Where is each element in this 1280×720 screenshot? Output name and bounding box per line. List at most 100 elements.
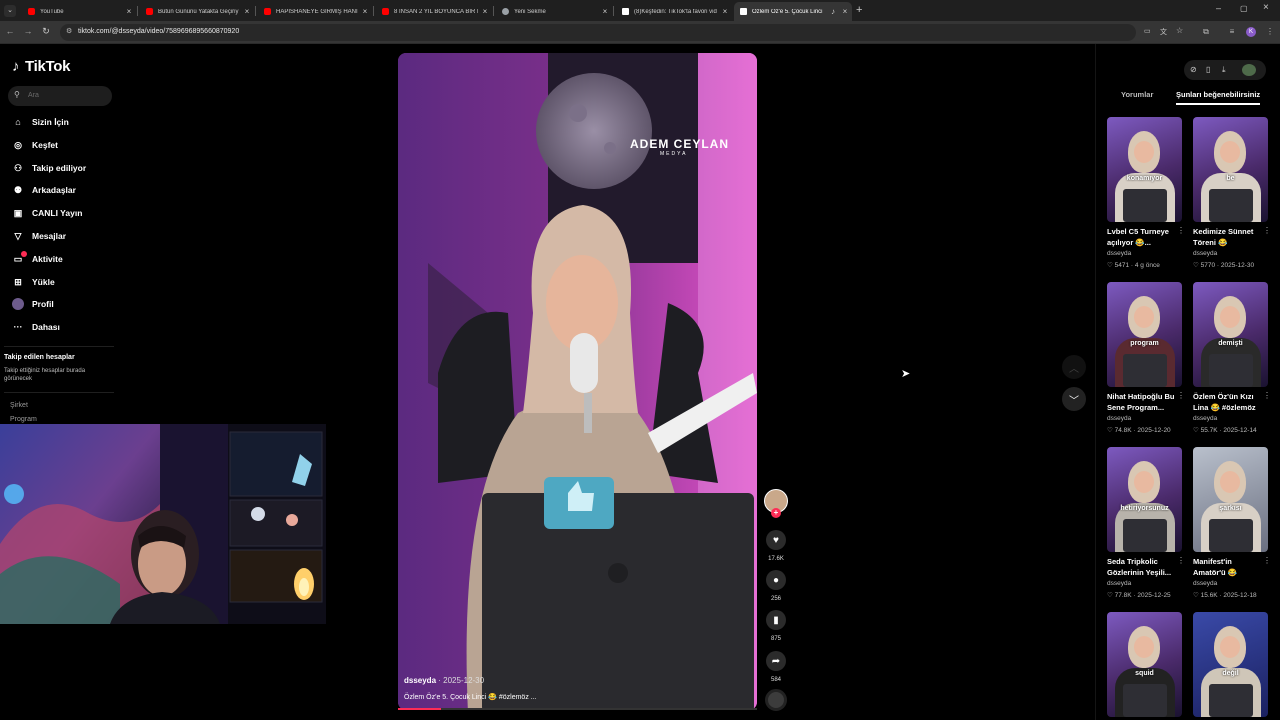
video-caption[interactable]: Özlem Öz'e 5. Çocuk Linci 😂 #özlemöz ...	[404, 693, 537, 701]
profile-avatar[interactable]: K	[1246, 27, 1256, 37]
more-options-icon[interactable]: ⋮	[1263, 226, 1271, 235]
recommended-video-card[interactable]: squid	[1107, 612, 1183, 717]
browser-tab[interactable]: 8 İNSAN 2 YIL BOYUNCA BİR K ×	[376, 2, 492, 21]
sidebar-item-activity[interactable]: ▭ Aktivite	[12, 251, 63, 267]
video-author[interactable]: dsseyda · 2025-12-30	[404, 676, 484, 685]
recommended-video-card[interactable]: demişti Özlem Öz'ün Kızı Lina 😂 #özlemöz…	[1193, 282, 1271, 434]
close-icon[interactable]: ×	[240, 7, 254, 16]
close-icon[interactable]: ×	[358, 7, 372, 16]
card-author[interactable]: dsseyda	[1193, 415, 1217, 422]
card-author[interactable]: dsseyda	[1193, 580, 1217, 587]
media-control-icon[interactable]: ≡	[1226, 27, 1238, 36]
close-icon[interactable]: ×	[598, 7, 612, 16]
browser-tab[interactable]: YouTube ×	[22, 2, 136, 21]
translate-icon[interactable]: 文	[1160, 27, 1167, 37]
save-button[interactable]: ▮	[766, 610, 786, 630]
card-title[interactable]: Kedimize Sünnet Töreni 😂	[1193, 226, 1263, 248]
sidebar-item-friends[interactable]: ⚉ Arkadaşlar	[12, 182, 76, 198]
thumbnail-caption: hetiriyorsunuz	[1120, 505, 1169, 512]
footer-link-program[interactable]: Program	[10, 416, 37, 423]
card-title[interactable]: Özlem Öz'ün Kızı Lina 😂 #özlemöz	[1193, 391, 1263, 413]
extensions-icon[interactable]: ⧉	[1200, 27, 1212, 37]
card-author[interactable]: dsseyda	[1107, 415, 1131, 422]
footer-link-company[interactable]: Şirket	[10, 402, 28, 409]
more-options-icon[interactable]: ⋮	[1177, 226, 1185, 235]
card-title[interactable]: Manifest'in Amatör'ü 😂	[1193, 556, 1263, 578]
window-close-icon[interactable]: ×	[1263, 2, 1269, 13]
more-options-icon[interactable]: ⋮	[1177, 556, 1185, 565]
recommended-video-card[interactable]: be Kedimize Sünnet Töreni 😂 ⋮ dsseyda ♡ …	[1193, 117, 1271, 269]
download-icon[interactable]: ⤓	[1222, 65, 1226, 75]
recommended-video-card[interactable]: şarkısı Manifest'in Amatör'ü 😂 ⋮ dsseyda…	[1193, 447, 1271, 599]
sidebar-item-profile[interactable]: Profil	[12, 296, 54, 312]
card-author[interactable]: dsseyda	[1107, 250, 1131, 257]
sidebar-item-following[interactable]: ⚇ Takip ediliyor	[12, 160, 86, 176]
sidebar-item-upload[interactable]: ⊞ Yükle	[12, 274, 54, 290]
user-avatar-icon[interactable]	[1242, 64, 1256, 76]
more-options-icon[interactable]: ⋮	[1263, 556, 1271, 565]
card-author[interactable]: dsseyda	[1193, 250, 1217, 257]
compass-icon[interactable]: ⊘	[1190, 65, 1197, 74]
site-info-icon[interactable]: ⚙	[66, 27, 72, 35]
close-icon[interactable]: ×	[122, 7, 136, 16]
video-author-name[interactable]: dsseyda	[404, 676, 436, 685]
browser-tab[interactable]: HAPİSHANEYE GİRMİŞ HANIM ×	[258, 2, 372, 21]
close-icon[interactable]: ×	[478, 7, 492, 16]
video-progress-bar[interactable]	[398, 708, 757, 710]
recommended-video-card[interactable]: program Nihat Hatipoğlu Bu Sene Program.…	[1107, 282, 1185, 434]
video-player[interactable]: ADEM CEYLAN MEDYA	[398, 53, 757, 710]
tab-search-icon[interactable]: ⌄	[4, 5, 16, 17]
browser-tab-active[interactable]: Özlem Öz'e 5. Çocuk Linci ♪ ×	[734, 2, 852, 21]
close-icon[interactable]: ×	[838, 7, 852, 16]
more-options-icon[interactable]: ⋮	[1263, 391, 1271, 400]
cast-icon[interactable]: ▭	[1144, 27, 1151, 35]
back-icon[interactable]: ←	[4, 26, 16, 36]
previous-video-button[interactable]: ︿	[1062, 355, 1086, 379]
url-text: tiktok.com/@dsseyda/video/75896968956608…	[78, 28, 240, 35]
bookmark-star-icon[interactable]: ☆	[1176, 26, 1183, 35]
more-options-icon[interactable]: ⋮	[1177, 391, 1185, 400]
menu-kebab-icon[interactable]: ⋮	[1264, 27, 1276, 36]
upload-icon: ⊞	[14, 276, 22, 287]
tiktok-logo[interactable]: ♪ TikTok	[12, 58, 70, 75]
recommended-video-card[interactable]: konamıyor Lvbel C5 Turneye açılıyor 😂...…	[1107, 117, 1185, 269]
tab-comments[interactable]: Yorumlar	[1121, 90, 1153, 99]
device-icon[interactable]: ▯	[1206, 65, 1210, 74]
sidebar-item-for-you[interactable]: ⌂ Sizin İçin	[12, 114, 69, 130]
card-title[interactable]: Seda Tripkolic Gözlerinin Yeşili...	[1107, 556, 1177, 578]
recommended-video-card[interactable]: hetiriyorsunuz Seda Tripkolic Gözlerinin…	[1107, 447, 1185, 599]
search-placeholder: Ara	[28, 92, 39, 99]
next-video-button[interactable]: ﹀	[1062, 387, 1086, 411]
sidebar-item-more[interactable]: ··· Dahası	[12, 319, 60, 335]
card-meta: ♡ 5770 · 2025-12-30	[1193, 262, 1255, 269]
new-tab-icon[interactable]: +	[856, 4, 862, 16]
tab-you-may-like[interactable]: Şunları beğenebilirsiniz	[1176, 90, 1260, 99]
card-title[interactable]: Lvbel C5 Turneye açılıyor 😂...	[1107, 226, 1177, 248]
card-title[interactable]: Nihat Hatipoğlu Bu Sene Program...	[1107, 391, 1177, 413]
browser-tab[interactable]: (8)Keşfedin: TikTok'ta favori vid ×	[616, 2, 732, 21]
maximize-icon[interactable]: ▢	[1240, 4, 1248, 13]
like-button[interactable]: ♥	[766, 530, 786, 550]
share-button[interactable]: ➦	[766, 651, 786, 671]
heart-icon: ♡	[1107, 592, 1113, 599]
comment-button[interactable]: ●	[766, 570, 786, 590]
audio-icon[interactable]: ♪	[828, 7, 838, 16]
heart-icon: ♡	[1193, 262, 1199, 269]
sidebar-item-label: CANLI Yayın	[32, 208, 83, 218]
browser-tab[interactable]: Bütün Gününü Yatakta Geçiriy ×	[140, 2, 254, 21]
recommended-video-card[interactable]: değil	[1193, 612, 1269, 717]
card-author[interactable]: dsseyda	[1107, 580, 1131, 587]
search-input[interactable]: ⚲ Ara	[8, 86, 112, 106]
forward-icon[interactable]: →	[22, 26, 34, 36]
music-disc-icon[interactable]	[765, 689, 787, 711]
thumbnail-caption: şarkısı	[1219, 505, 1242, 512]
minimize-icon[interactable]: –	[1216, 3, 1221, 13]
address-bar[interactable]: ⚙ tiktok.com/@dsseyda/video/758969689566…	[60, 24, 1183, 41]
sidebar-item-live[interactable]: ▣ CANLI Yayın	[12, 205, 83, 221]
sidebar-item-messages[interactable]: ▽ Mesajlar	[12, 228, 67, 244]
browser-tab[interactable]: Yeni Sekme ×	[496, 2, 612, 21]
close-icon[interactable]: ×	[718, 7, 732, 16]
sidebar-item-explore[interactable]: ◎ Keşfet	[12, 137, 58, 153]
reload-icon[interactable]: ↻	[40, 26, 52, 37]
follow-plus-icon[interactable]: +	[771, 508, 781, 518]
